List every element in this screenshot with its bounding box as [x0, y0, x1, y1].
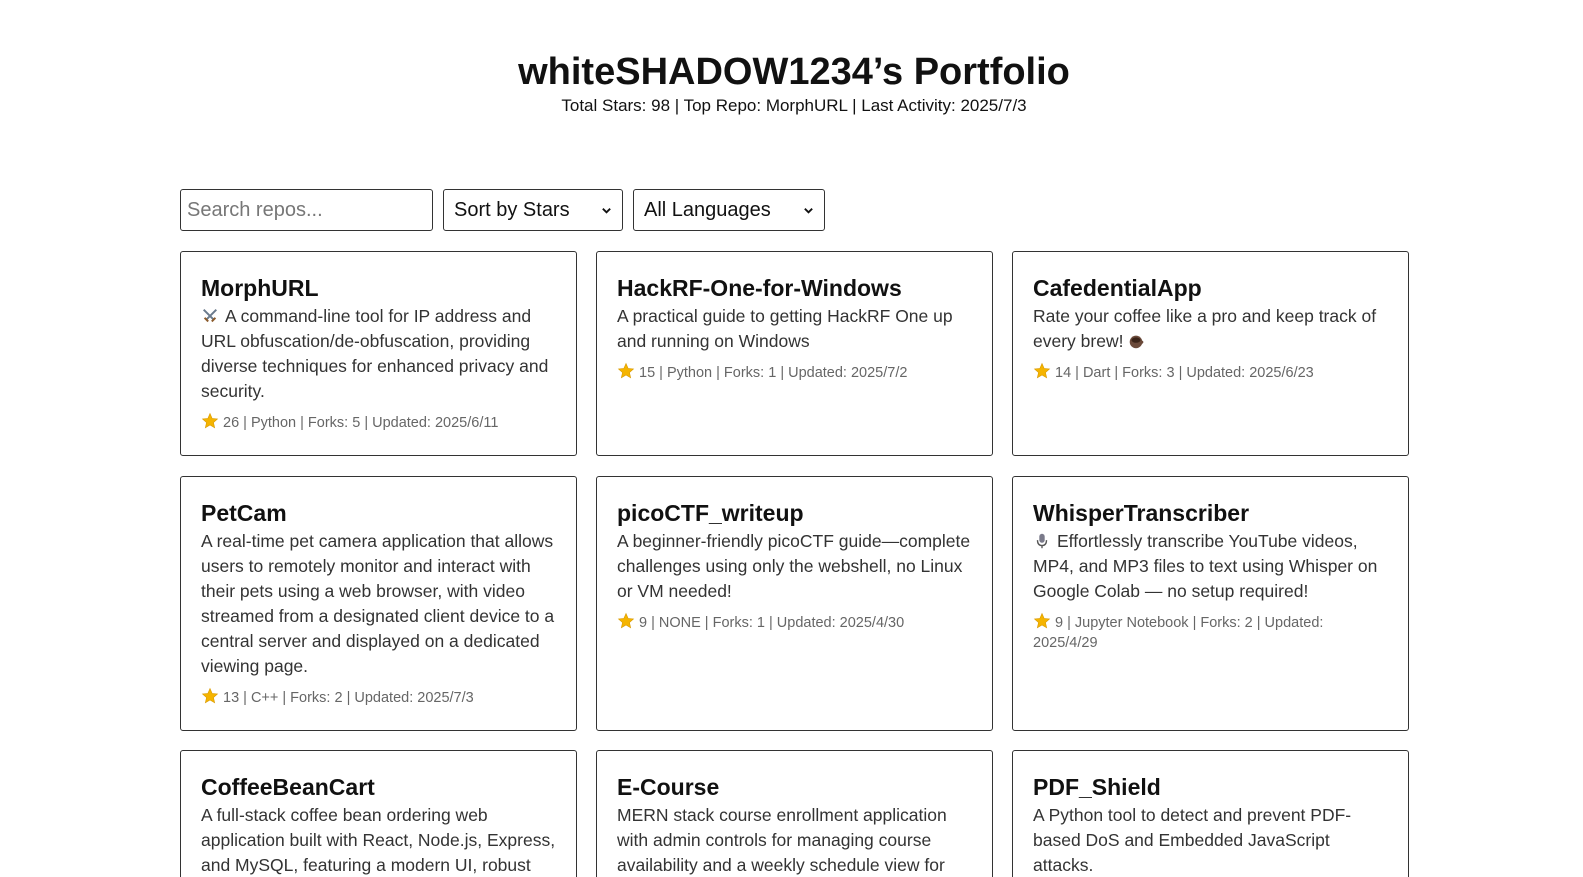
sort-select-value: Sort by Stars [454, 198, 570, 221]
star-icon [617, 362, 635, 379]
repo-meta: 26 | Python | Forks: 5 | Updated: 2025/6… [201, 412, 556, 433]
portfolio-stats: Total Stars: 98 | Top Repo: MorphURL | L… [561, 96, 1027, 115]
repo-card-whisper[interactable]: WhisperTranscriber Effortlessly transcri… [1012, 476, 1409, 731]
sort-select[interactable]: Sort by Stars [443, 189, 623, 231]
repo-card-ecourse[interactable]: E-Course MERN stack course enrollment ap… [596, 750, 993, 877]
star-icon [1033, 612, 1051, 629]
repo-name[interactable]: E-Course [617, 773, 972, 801]
repo-name[interactable]: MorphURL [201, 274, 556, 302]
repo-description: A practical guide to getting HackRF One … [617, 306, 953, 351]
repo-card-hackrf[interactable]: HackRF-One-for-Windows A practical guide… [596, 251, 993, 456]
repo-name[interactable]: PetCam [201, 499, 556, 527]
repo-description: A full-stack coffee bean ordering web ap… [201, 805, 556, 875]
coffee-icon [1130, 335, 1144, 349]
repo-description: Effortlessly transcribe YouTube videos, … [1033, 531, 1378, 601]
repo-meta: 14 | Dart | Forks: 3 | Updated: 2025/6/2… [1033, 362, 1388, 383]
chevron-down-icon [804, 207, 813, 214]
repo-name[interactable]: picoCTF_writeup [617, 499, 972, 527]
crossed-swords-icon [202, 308, 218, 323]
repo-card-coffeebeancart[interactable]: CoffeeBeanCart A full-stack coffee bean … [180, 750, 577, 877]
repo-name[interactable]: WhisperTranscriber [1033, 499, 1388, 527]
chevron-down-icon [602, 207, 611, 214]
repo-description: A Python tool to detect and prevent PDF-… [1033, 805, 1352, 875]
repo-meta: 13 | C++ | Forks: 2 | Updated: 2025/7/3 [201, 687, 556, 708]
repo-description: A command-line tool for IP address and U… [201, 306, 549, 401]
repo-description: A real-time pet camera application that … [201, 531, 555, 676]
repo-description: Rate your coffee like a pro and keep tra… [1033, 306, 1377, 351]
language-select-value: All Languages [644, 198, 771, 221]
repo-name[interactable]: HackRF-One-for-Windows [617, 274, 972, 302]
repo-name[interactable]: PDF_Shield [1033, 773, 1388, 801]
repo-card-pdfshield[interactable]: PDF_Shield A Python tool to detect and p… [1012, 750, 1409, 877]
repo-description: MERN stack course enrollment application… [617, 805, 947, 875]
repo-card-cafedential[interactable]: CafedentialApp Rate your coffee like a p… [1012, 251, 1409, 456]
repo-meta: 15 | Python | Forks: 1 | Updated: 2025/7… [617, 362, 972, 383]
star-icon [617, 612, 635, 629]
repo-meta: 9 | NONE | Forks: 1 | Updated: 2025/4/30 [617, 612, 972, 633]
portfolio-page: whiteSHADOW1234’s Portfolio Total Stars:… [0, 0, 1583, 877]
repo-description: A beginner-friendly picoCTF guide—comple… [617, 531, 971, 601]
repo-name[interactable]: CoffeeBeanCart [201, 773, 556, 801]
search-input[interactable]: Search repos... [180, 189, 433, 231]
star-icon [1033, 362, 1051, 379]
page-header: whiteSHADOW1234’s Portfolio Total Stars:… [0, 50, 1583, 118]
star-icon [201, 412, 219, 429]
repo-meta: 9 | Jupyter Notebook | Forks: 2 | Update… [1033, 612, 1388, 653]
language-select[interactable]: All Languages [633, 189, 825, 231]
repo-card-petcam[interactable]: PetCam A real-time pet camera applicatio… [180, 476, 577, 731]
search-placeholder: Search repos... [187, 198, 323, 221]
repo-card-morphurl[interactable]: MorphURL A command-line tool for IP addr… [180, 251, 577, 456]
page-title: whiteSHADOW1234’s Portfolio [518, 51, 1070, 93]
repo-card-picoctf[interactable]: picoCTF_writeup A beginner-friendly pico… [596, 476, 993, 731]
microphone-icon [1036, 533, 1048, 549]
repo-name[interactable]: CafedentialApp [1033, 274, 1388, 302]
star-icon [201, 687, 219, 704]
